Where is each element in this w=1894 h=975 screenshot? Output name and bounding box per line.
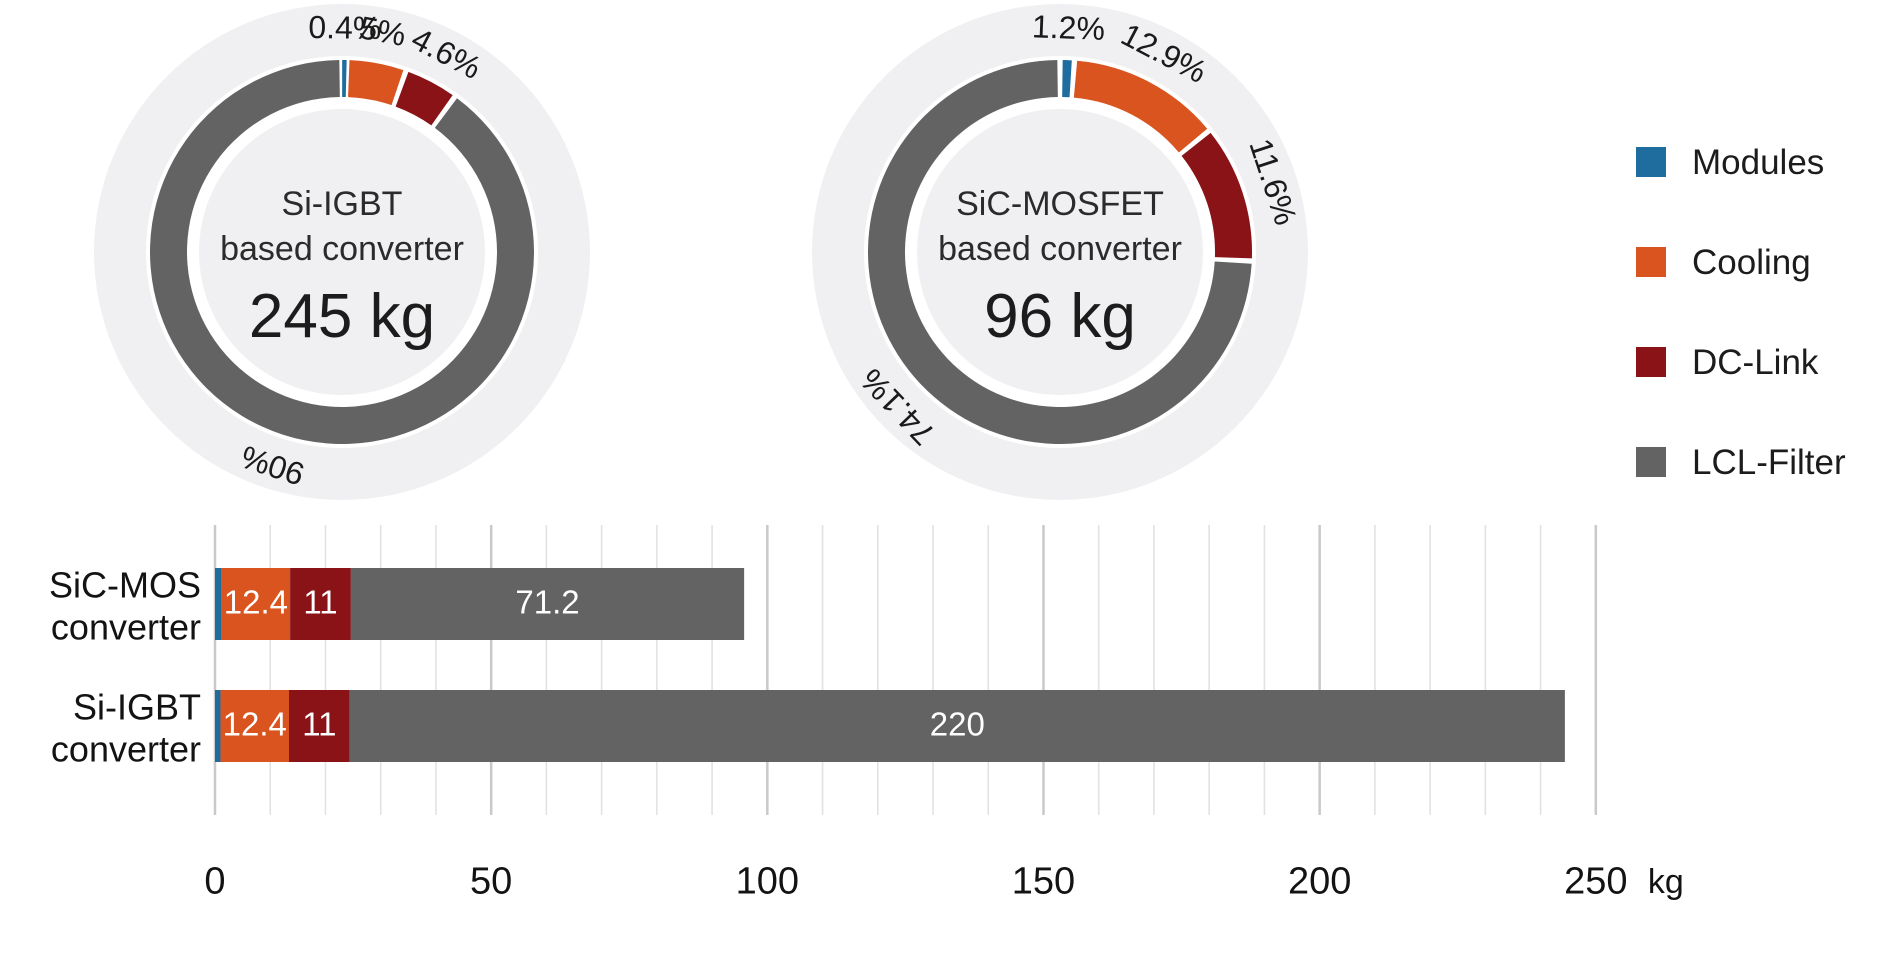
legend-item-lcl-filter[interactable]: LCL-Filter (1636, 412, 1886, 512)
legend-item-modules[interactable]: Modules (1636, 112, 1886, 212)
legend-swatch-cooling (1636, 247, 1666, 277)
legend-item-dclink[interactable]: DC-Link (1636, 312, 1886, 412)
legend: Modules Cooling DC-Link LCL-Filter (1636, 112, 1886, 512)
legend-swatch-dclink (1636, 347, 1666, 377)
stacked-bar-chart: 12.4 11 71.2 12.4 11 220 SiC-MOS converter Si-I… (0, 505, 1894, 975)
bar-value-label: 12.4 (224, 584, 288, 621)
x-axis-unit-label: kg (1648, 863, 1684, 901)
bar-segment-modules[interactable] (215, 690, 221, 762)
sic-mosfet-donut: SiC-MOSFET based converter 96 kg 1.2% 12.… (780, 0, 1340, 510)
x-tick-label: 200 (1288, 860, 1351, 902)
donut-percent-label: 1.2% (1031, 8, 1105, 47)
bar-axis-ticks: 0 50 100 150 200 250 kg (204, 860, 1683, 902)
si-igbt-donut: Si-IGBT based converter 245 kg 0.4% 5% 4.6… (62, 0, 622, 510)
x-tick-label: 150 (1012, 860, 1075, 902)
bar-category-label: SiC-MOS (49, 565, 201, 606)
legend-item-cooling[interactable]: Cooling (1636, 212, 1886, 312)
legend-label-cooling: Cooling (1692, 242, 1811, 282)
bar-value-label: 220 (930, 706, 985, 743)
legend-label-dclink: DC-Link (1692, 342, 1819, 382)
bar-value-label: 12.4 (223, 706, 287, 743)
donut2-mass: 96 kg (984, 282, 1136, 351)
x-tick-label: 100 (736, 860, 799, 902)
donut1-mass: 245 kg (249, 282, 435, 351)
donut2-title-line1: SiC-MOSFET (956, 185, 1164, 223)
bar-chart-svg: 12.4 11 71.212.4 11 220 SiC-MOSconverterSi-I… (49, 525, 1684, 902)
legend-label-modules: Modules (1692, 142, 1825, 182)
bar-category-label: converter (51, 607, 201, 648)
bar-value-label: 11 (303, 584, 337, 621)
donut2-title-line2: based converter (938, 230, 1182, 268)
bar-segment-modules[interactable] (215, 568, 222, 640)
sic-mosfet-donut-svg: SiC-MOSFET based converter 96 kg 1.2% 12.… (812, 4, 1308, 500)
bar-value-label: 11 (302, 706, 336, 743)
legend-label-lcl-filter: LCL-Filter (1692, 442, 1846, 482)
bar-category-labels: SiC-MOSconverterSi-IGBTconverter (49, 565, 201, 770)
bar-category-label: Si-IGBT (73, 687, 201, 728)
si-igbt-donut-svg: Si-IGBT based converter 245 kg 0.4%5%4.6… (94, 4, 590, 500)
figure-root: Si-IGBT based converter 245 kg 0.4% 5% 4.6… (0, 0, 1894, 975)
legend-swatch-lcl-filter (1636, 447, 1666, 477)
x-tick-label: 0 (204, 860, 225, 902)
donut1-title-line1: Si-IGBT (282, 185, 403, 223)
bar-value-label: 71.2 (515, 584, 579, 621)
x-tick-label: 50 (470, 860, 512, 902)
x-tick-label: 250 (1564, 860, 1627, 902)
legend-swatch-modules (1636, 147, 1666, 177)
bar-series-group: 12.4 11 71.2 12.4 11 220 (215, 568, 1565, 762)
bar-category-label: converter (51, 729, 201, 770)
donut1-title-line2: based converter (220, 230, 464, 268)
